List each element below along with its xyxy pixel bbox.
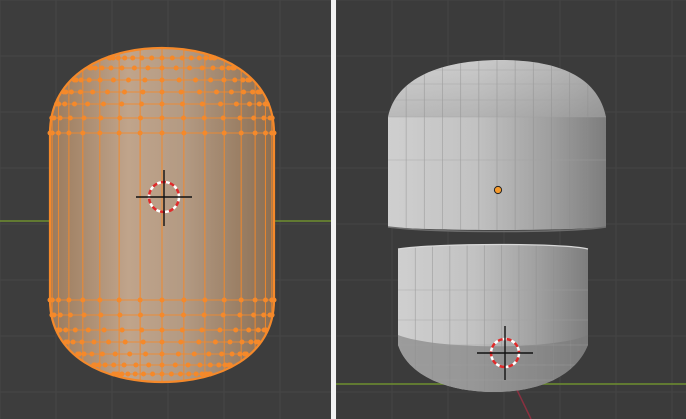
capsule-bottom-half[interactable] [397, 243, 589, 395]
origin-point-icon[interactable] [493, 185, 503, 195]
comparison-frame [0, 0, 686, 419]
viewport-right-canvas[interactable] [336, 0, 686, 419]
viewport-left-canvas[interactable] [0, 0, 331, 419]
capsule-top-half[interactable] [387, 55, 607, 233]
viewport-left-edit-mode[interactable] [0, 0, 331, 419]
viewport-right-object-mode[interactable] [336, 0, 686, 419]
